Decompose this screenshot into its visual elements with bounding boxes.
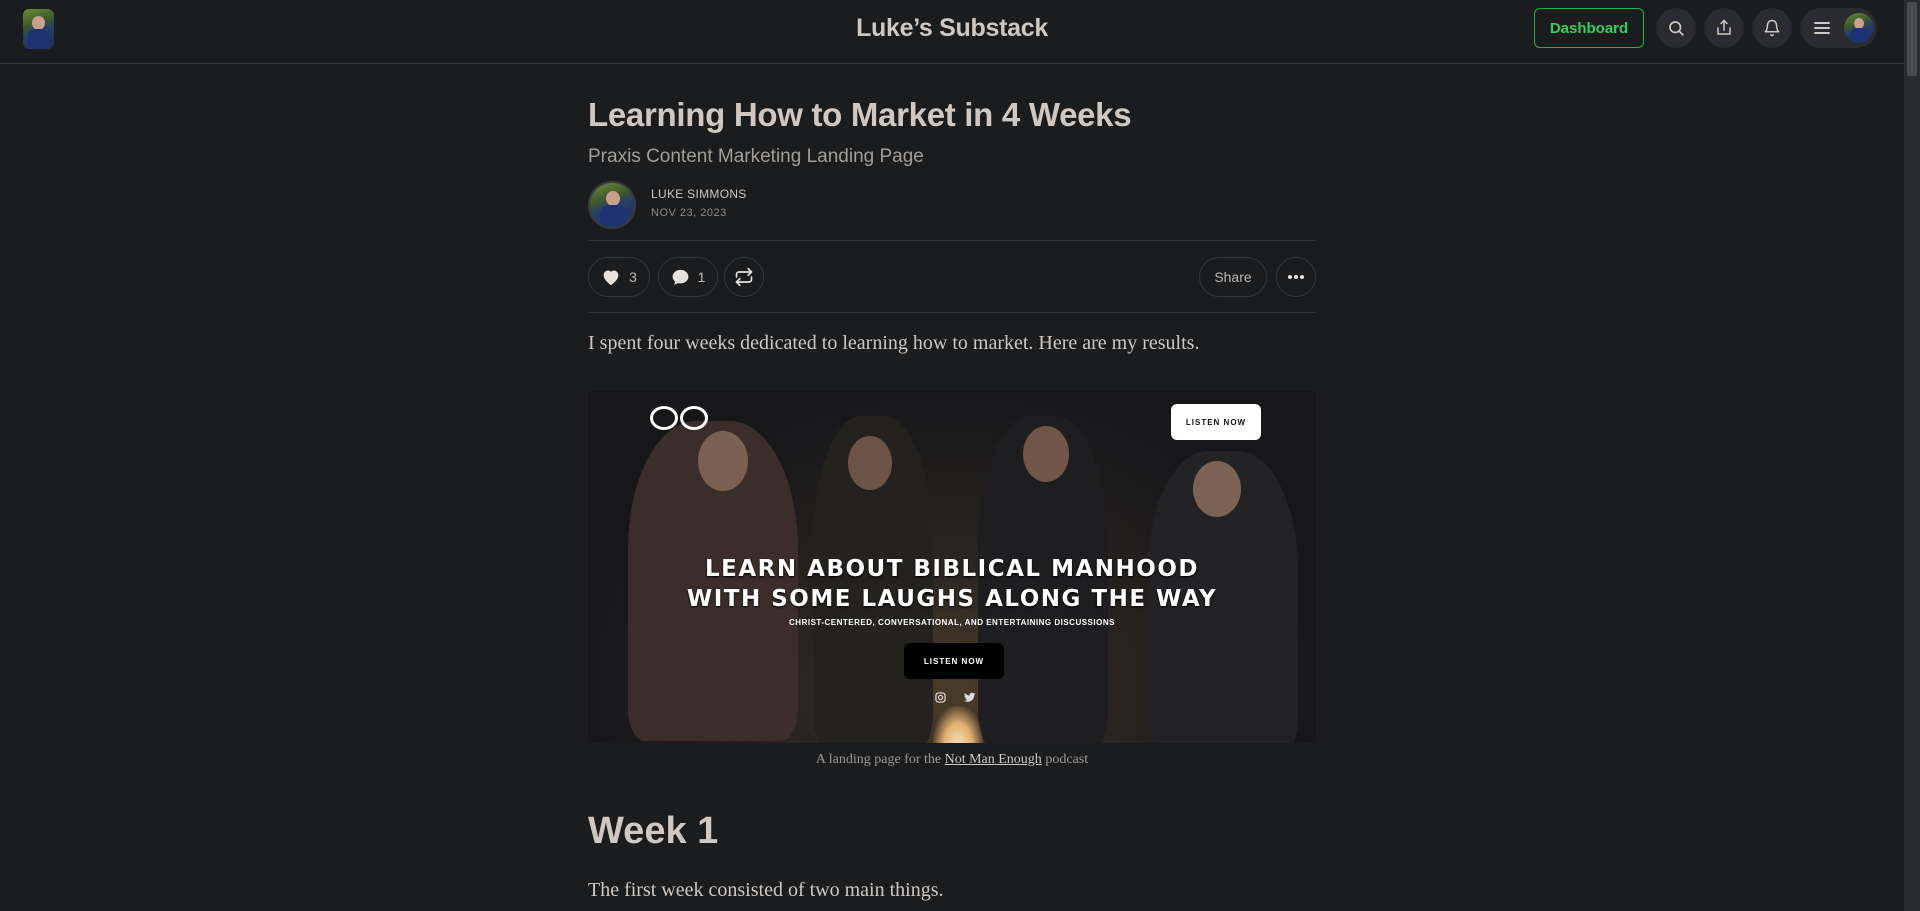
post-date: NOV 23, 2023	[651, 207, 727, 219]
dashboard-button[interactable]: Dashboard	[1534, 8, 1644, 48]
ellipsis-icon	[1288, 275, 1304, 279]
account-menu-button[interactable]	[1800, 8, 1877, 48]
restack-icon	[735, 267, 753, 287]
caption-link[interactable]: Not Man Enough	[945, 752, 1042, 767]
share-button[interactable]: Share	[1199, 257, 1267, 297]
hero-subline: CHRIST-CENTERED, CONVERSATIONAL, AND ENT…	[789, 618, 1115, 627]
comment-count: 1	[697, 269, 706, 285]
user-avatar	[1844, 13, 1874, 43]
hero-headline: LEARN ABOUT BIBLICAL MANHOOD WITH SOME L…	[588, 554, 1316, 614]
post-subtitle: Praxis Content Marketing Landing Page	[588, 146, 924, 167]
image-caption: A landing page for the Not Man Enough po…	[588, 752, 1316, 768]
headline-line-2: WITH SOME LAUGHS ALONG THE WAY	[686, 586, 1218, 612]
comment-icon	[672, 269, 689, 285]
author-avatar[interactable]	[588, 181, 636, 229]
comment-button[interactable]: 1	[658, 257, 718, 297]
hamburger-icon	[1814, 22, 1830, 34]
social-links	[935, 692, 976, 703]
search-button[interactable]	[1656, 8, 1696, 48]
notifications-button[interactable]	[1752, 8, 1792, 48]
like-button[interactable]: 3	[588, 257, 650, 297]
restack-button[interactable]	[724, 257, 764, 297]
divider	[588, 240, 1316, 241]
podcast-logo	[650, 406, 708, 430]
listen-now-top-button[interactable]: LISTEN NOW	[1171, 404, 1261, 440]
instagram-icon[interactable]	[935, 692, 946, 703]
headline-line-1: LEARN ABOUT BIBLICAL MANHOOD	[705, 556, 1199, 582]
search-icon	[1669, 21, 1684, 36]
bell-icon	[1764, 19, 1780, 37]
author-name[interactable]: LUKE SIMMONS	[651, 187, 747, 201]
share-publication-button[interactable]	[1704, 8, 1744, 48]
top-navigation-bar: Luke’s Substack Dashboard	[0, 0, 1904, 64]
more-options-button[interactable]	[1276, 257, 1316, 297]
share-icon	[1717, 19, 1731, 35]
heart-icon	[603, 270, 619, 286]
divider	[588, 312, 1316, 313]
caption-suffix: podcast	[1041, 752, 1089, 767]
scrollbar-thumb[interactable]	[1907, 2, 1917, 76]
campfire	[933, 706, 983, 743]
landing-page-screenshot[interactable]: LISTEN NOW LEARN ABOUT BIBLICAL MANHOOD …	[588, 391, 1316, 743]
twitter-icon[interactable]	[964, 692, 976, 703]
section-heading: Week 1	[588, 810, 719, 852]
caption-prefix: A landing page for the	[815, 752, 945, 767]
post-title: Learning How to Market in 4 Weeks	[588, 96, 1132, 133]
page-scrollbar[interactable]	[1904, 0, 1920, 911]
listen-now-cta-button[interactable]: LISTEN NOW	[904, 643, 1004, 679]
section-paragraph: The first week consisted of two main thi…	[588, 879, 944, 901]
intro-paragraph: I spent four weeks dedicated to learning…	[588, 332, 1200, 354]
like-count: 3	[629, 269, 637, 285]
